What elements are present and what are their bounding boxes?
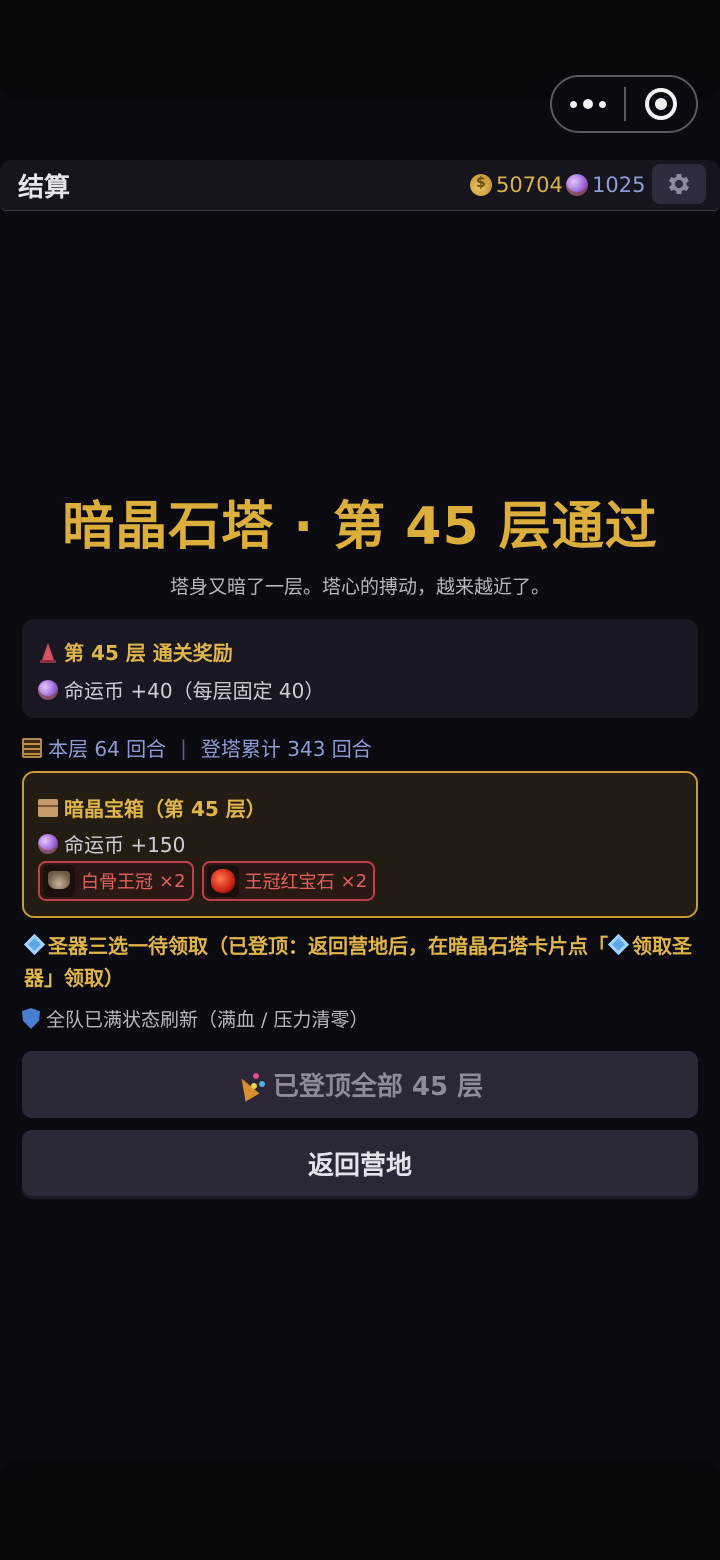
dot [599, 100, 606, 108]
return-label: 返回营地 [307, 1150, 412, 1181]
item-chip-crown-ruby[interactable]: 王冠红宝石 ×2 [201, 861, 376, 901]
item-name: 白骨王冠 [81, 872, 153, 893]
artifact-pending-notice: 圣器三选一待领取（已登顶：返回营地后，在暗晶石塔卡片点「 领取圣器」领取） [23, 930, 700, 994]
chest-fate-row: 命运币 +150 [38, 829, 185, 858]
floor-reward-card: 第 45 层 通关奖励 命运币 +40（每层固定 40） [22, 619, 698, 718]
summit-label: 已登顶全部 45 层 [272, 1072, 484, 1102]
more-menu-button[interactable] [552, 77, 624, 131]
item-name: 王冠红宝石 [244, 872, 335, 893]
item-chips: 白骨王冠 ×2 王冠红宝石 ×2 [38, 861, 376, 901]
target-circle-icon [645, 88, 677, 120]
bone-crown-icon [43, 865, 75, 897]
floor-reward-line-row: 命运币 +40（每层固定 40） [38, 675, 324, 704]
turn-stats: 本层 64 回合 | 登塔累计 343 回合 [22, 733, 372, 762]
crystal-ball-icon [566, 174, 588, 196]
chest-title-row: 暗晶宝箱（第 45 层） [38, 793, 266, 822]
refresh-text: 全队已满状态刷新（满血 / 压力清零） [46, 1009, 369, 1031]
crystal-ball-icon [38, 679, 58, 700]
home-indicator-area [0, 1460, 720, 1560]
floor-turns: 本层 64 回合 [48, 737, 167, 761]
floor-reward-line: 命运币 +40（每层固定 40） [64, 679, 325, 703]
team-refresh-notice: 全队已满状态刷新（满血 / 压力清零） [22, 1005, 368, 1032]
result-headline: 暗晶石塔 · 第 45 层通过 [62, 497, 658, 557]
floor-reward-title: 第 45 层 通关奖励 [64, 641, 233, 665]
fate-amount: 1025 [592, 173, 646, 197]
result-subtitle: 塔身又暗了一层。塔心的搏动，越来越近了。 [169, 576, 550, 598]
item-chip-bone-crown[interactable]: 白骨王冠 ×2 [38, 861, 194, 901]
summit-complete-button[interactable]: 已登顶全部 45 层 [22, 1051, 698, 1118]
gold-balance: 50704 [470, 173, 563, 197]
gear-icon [668, 173, 690, 195]
dot [570, 100, 577, 108]
diamond-icon [607, 933, 630, 956]
dot [583, 99, 593, 109]
fate-balance: 1025 [566, 173, 645, 197]
return-camp-button[interactable]: 返回营地 [22, 1130, 698, 1196]
top-bar: 结算 50704 1025 [0, 160, 720, 211]
divider: | [180, 735, 187, 760]
chest-reward-card: 暗晶宝箱（第 45 层） 命运币 +150 白骨王冠 ×2 王冠红宝石 ×2 [22, 771, 698, 918]
crown-ruby-icon [206, 865, 239, 897]
item-count: ×2 [340, 870, 368, 892]
floor-reward-title-row: 第 45 层 通关奖励 [38, 637, 233, 666]
tower-icon [38, 641, 58, 663]
artifact-notice-a: 圣器三选一待领取（已登顶：返回营地后，在暗晶石塔卡片点「 [48, 934, 608, 958]
settings-button[interactable] [652, 164, 706, 204]
chest-fate: 命运币 +150 [64, 833, 186, 857]
diamond-icon [23, 933, 46, 956]
chest-icon [38, 798, 58, 817]
item-count: ×2 [159, 870, 186, 892]
chest-title: 暗晶宝箱（第 45 层） [64, 797, 266, 821]
close-miniprogram-button[interactable] [626, 77, 696, 131]
gold-amount: 50704 [496, 173, 563, 197]
abacus-icon [22, 737, 42, 758]
shield-icon [22, 1008, 40, 1029]
crystal-ball-icon [38, 833, 58, 854]
party-popper-icon [237, 1071, 265, 1099]
miniprogram-capsule [550, 75, 698, 133]
money-bag-icon [470, 174, 492, 196]
settlement-screen: 结算 50704 1025 暗晶石塔 · 第 45 层通过 塔身又暗了一层。塔心… [0, 0, 720, 1560]
total-turns: 登塔累计 343 回合 [200, 737, 372, 761]
page-title: 结算 [18, 172, 71, 203]
